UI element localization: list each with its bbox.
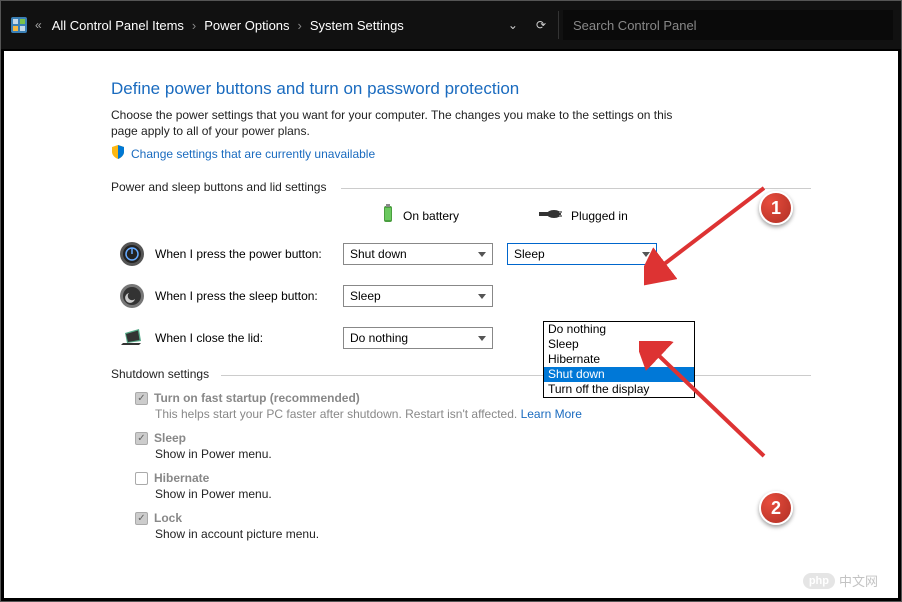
page-title: Define power buttons and turn on passwor…	[111, 79, 811, 99]
lock-item: Lock Show in account picture menu.	[135, 511, 811, 541]
dropdown-option[interactable]: Sleep	[544, 337, 694, 352]
sleep-label: Sleep	[154, 431, 186, 445]
lock-desc: Show in account picture menu.	[155, 527, 811, 541]
on-battery-header: On battery	[381, 204, 459, 227]
chevron-right-icon: ›	[298, 18, 302, 33]
chevron-down-icon[interactable]: ⌄	[508, 18, 518, 32]
sleep-button-label: When I press the sleep button:	[155, 289, 343, 303]
separator	[558, 11, 559, 39]
search-input[interactable]	[563, 10, 893, 40]
fast-startup-label: Turn on fast startup (recommended)	[154, 391, 360, 405]
page-description: Choose the power settings that you want …	[111, 107, 681, 139]
fast-startup-checkbox[interactable]	[135, 392, 148, 405]
lock-checkbox[interactable]	[135, 512, 148, 525]
on-battery-label: On battery	[403, 209, 459, 223]
battery-icon	[381, 204, 395, 227]
sleep-checkbox[interactable]	[135, 432, 148, 445]
lid-close-battery-select[interactable]: Do nothing	[343, 327, 493, 349]
lid-close-row: When I close the lid: Do nothing	[111, 325, 811, 351]
dropdown-option[interactable]: Turn off the display	[544, 382, 694, 397]
power-button-battery-select[interactable]: Shut down	[343, 243, 493, 265]
breadcrumb: All Control Panel Items › Power Options …	[52, 18, 404, 33]
hibernate-desc: Show in Power menu.	[155, 487, 811, 501]
hibernate-label: Hibernate	[154, 471, 209, 485]
dropdown-menu: Do nothing Sleep Hibernate Shut down Tur…	[543, 321, 695, 398]
plug-icon	[539, 207, 563, 224]
breadcrumb-item[interactable]: System Settings	[310, 18, 404, 33]
change-settings-link-text[interactable]: Change settings that are currently unava…	[131, 147, 375, 161]
hibernate-checkbox[interactable]	[135, 472, 148, 485]
power-button-plugged-select[interactable]: Sleep	[507, 243, 657, 265]
sleep-button-battery-select[interactable]: Sleep	[343, 285, 493, 307]
dropdown-option[interactable]: Do nothing	[544, 322, 694, 337]
breadcrumb-group: « All Control Panel Items › Power Option…	[9, 15, 404, 35]
plugged-in-label: Plugged in	[571, 209, 628, 223]
power-button-icon	[119, 241, 145, 267]
sleep-item: Sleep Show in Power menu.	[135, 431, 811, 461]
lock-label: Lock	[154, 511, 182, 525]
dropdown-option[interactable]: Hibernate	[544, 352, 694, 367]
refresh-icon[interactable]: ⟳	[536, 18, 546, 32]
fast-startup-item: Turn on fast startup (recommended) This …	[135, 391, 811, 421]
dropdown-option-highlighted[interactable]: Shut down	[544, 367, 694, 382]
breadcrumb-item[interactable]: Power Options	[204, 18, 289, 33]
annotation-badge-2: 2	[759, 491, 793, 525]
power-columns-header: On battery Plugged in	[381, 204, 811, 227]
section-shutdown-legend: Shutdown settings	[111, 367, 811, 381]
annotation-badge-1: 1	[759, 191, 793, 225]
title-bar: « All Control Panel Items › Power Option…	[1, 1, 901, 49]
chevron-left-icon[interactable]: «	[35, 18, 42, 32]
titlebar-controls: ⌄ ⟳	[508, 18, 546, 32]
shield-icon	[111, 145, 125, 162]
watermark-logo: php	[803, 573, 835, 589]
watermark: php 中文网	[803, 571, 878, 590]
breadcrumb-item[interactable]: All Control Panel Items	[52, 18, 184, 33]
plugged-in-header: Plugged in	[539, 207, 628, 224]
watermark-text: 中文网	[839, 571, 878, 590]
laptop-lid-icon	[119, 325, 145, 351]
learn-more-link[interactable]: Learn More	[521, 407, 582, 421]
change-settings-link[interactable]: Change settings that are currently unava…	[111, 145, 811, 162]
sleep-button-row: When I press the sleep button: Sleep	[111, 283, 811, 309]
content-area: Define power buttons and turn on passwor…	[4, 51, 898, 598]
control-panel-icon	[9, 15, 29, 35]
hibernate-item: Hibernate Show in Power menu.	[135, 471, 811, 501]
fast-startup-desc: This helps start your PC faster after sh…	[155, 407, 521, 421]
sleep-button-icon	[119, 283, 145, 309]
power-button-row: When I press the power button: Shut down…	[111, 241, 811, 267]
lid-close-label: When I close the lid:	[155, 331, 343, 345]
section-power-buttons-legend: Power and sleep buttons and lid settings	[111, 180, 811, 194]
sleep-desc: Show in Power menu.	[155, 447, 811, 461]
chevron-right-icon: ›	[192, 18, 196, 33]
power-button-label: When I press the power button:	[155, 247, 343, 261]
